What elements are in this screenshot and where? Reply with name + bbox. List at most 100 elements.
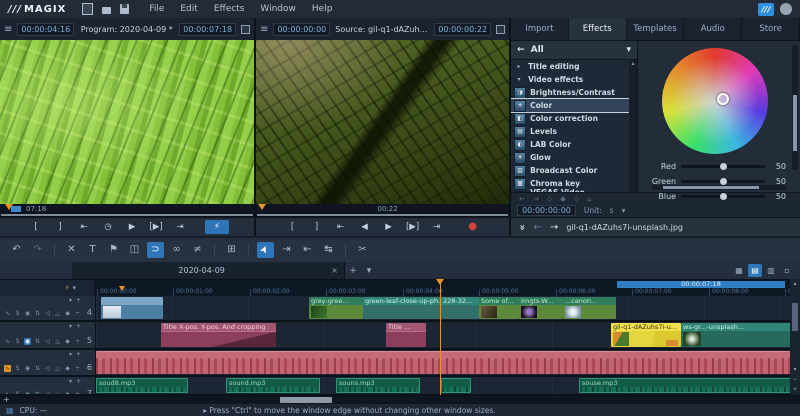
play-button[interactable]: ▶ bbox=[121, 220, 143, 234]
layout-timeline-icon[interactable]: ▤ bbox=[748, 264, 762, 277]
timeline-clip[interactable]: ...canon... bbox=[563, 297, 616, 319]
source-scrollbar[interactable] bbox=[256, 214, 510, 217]
source-scrub-bar[interactable]: 00:22 bbox=[256, 204, 510, 214]
track-control-icon[interactable]: ◆ bbox=[64, 338, 71, 345]
tab-effects[interactable]: Effects bbox=[568, 18, 627, 40]
monitor-menu-icon[interactable]: ≡ bbox=[260, 24, 268, 35]
effect-item[interactable]: ▸ Title editing bbox=[511, 60, 629, 73]
timeline-tab[interactable]: 2020-04-09 × bbox=[72, 262, 345, 279]
toolbar-button[interactable] bbox=[248, 243, 249, 257]
record-button[interactable]: ● bbox=[462, 220, 484, 234]
track-control-icon[interactable]: ◆ bbox=[64, 310, 71, 317]
timeline-clip[interactable] bbox=[96, 351, 791, 374]
color-wheel-handle[interactable] bbox=[717, 92, 730, 105]
keyframe-remove-icon[interactable]: ◆ bbox=[560, 195, 565, 203]
timeline-clip[interactable] bbox=[101, 297, 163, 319]
timeline-clip[interactable]: Title X-pos. Y-pos. And cropping bbox=[161, 323, 276, 347]
mark-in-button[interactable]: [ bbox=[25, 220, 47, 234]
keyframe-next-icon[interactable]: → bbox=[533, 195, 539, 203]
timeline-clip[interactable]: soud8.mp3 bbox=[96, 378, 188, 393]
mark-out-button[interactable]: ] bbox=[306, 220, 328, 234]
tab-menu-icon[interactable]: ▾ bbox=[361, 266, 377, 276]
go-to-end-button[interactable]: ⇥ bbox=[426, 220, 448, 234]
track-control-icon[interactable]: △ bbox=[54, 365, 61, 372]
track-control-icon[interactable]: S bbox=[14, 338, 21, 345]
close-tab-icon[interactable]: × bbox=[331, 266, 338, 275]
track-control-icon[interactable]: ÷ bbox=[74, 338, 81, 345]
account-icon[interactable] bbox=[780, 3, 792, 15]
scrub-playhead-icon[interactable] bbox=[258, 204, 267, 210]
source-video-preview[interactable] bbox=[256, 40, 510, 204]
hscroll-thumb[interactable] bbox=[280, 397, 332, 403]
effect-item[interactable]: ▤ Levels bbox=[511, 125, 629, 138]
effect-item[interactable]: ✳ Color bbox=[511, 98, 631, 113]
effect-item[interactable]: ◑ Brightness/Contrast bbox=[511, 86, 629, 99]
slider-thumb[interactable] bbox=[720, 163, 728, 170]
source-timecode-current[interactable]: 00:00:00:00 bbox=[273, 22, 331, 36]
program-video-preview[interactable] bbox=[0, 40, 255, 204]
mark-out-button[interactable]: ] bbox=[49, 220, 71, 234]
link-icon[interactable]: ∞ bbox=[168, 242, 185, 258]
chevron-down-icon[interactable]: ▾ bbox=[622, 206, 626, 215]
timeline-clip[interactable]: gil-q1-dAZuhs7i-u... bbox=[611, 323, 681, 347]
play-button[interactable]: ▶ bbox=[378, 220, 400, 234]
track-control-icon[interactable]: ◁ bbox=[44, 365, 51, 372]
monitor-detach-icon[interactable] bbox=[496, 24, 506, 34]
menu-item[interactable]: Help bbox=[306, 2, 339, 16]
program-scrollbar[interactable] bbox=[0, 214, 255, 217]
effect-item[interactable]: ◧ Color correction bbox=[511, 112, 629, 125]
color-editor-vscrollbar[interactable] bbox=[792, 45, 798, 170]
keyframe-reset-icon[interactable]: ⌂ bbox=[587, 195, 591, 203]
new-project-icon[interactable] bbox=[82, 3, 94, 15]
go-to-start-button[interactable]: ⇤ bbox=[73, 220, 95, 234]
play-range-button[interactable]: [▶] bbox=[145, 220, 167, 234]
float-window-icon[interactable]: ▫ bbox=[780, 264, 794, 277]
keyframe-prev-icon[interactable]: ← bbox=[519, 195, 525, 203]
add-tab-button[interactable]: + bbox=[345, 266, 361, 276]
track-header-5[interactable]: ▾ + ∿ S ◉ ⇅ ◁ △ ◆ ÷ 5 bbox=[0, 322, 96, 348]
add-track-button[interactable]: + bbox=[3, 396, 10, 404]
effect-item[interactable]: ☀ Glow bbox=[511, 151, 629, 164]
toolbar-button[interactable] bbox=[54, 243, 55, 257]
snap-icon[interactable]: ⊃ bbox=[147, 242, 164, 258]
effects-category-header[interactable]: ← All ▾ bbox=[511, 41, 638, 60]
track-control-icon[interactable]: ⇅ bbox=[34, 338, 41, 345]
magix-badge-icon[interactable]: /// bbox=[758, 2, 774, 16]
timeline-hscrollbar[interactable]: + bbox=[0, 395, 800, 404]
track-control-icon[interactable]: ⇅ bbox=[34, 310, 41, 317]
slider-thumb[interactable] bbox=[720, 193, 728, 200]
effect-item[interactable]: ▥ Broadcast Color bbox=[511, 164, 629, 177]
previous-frame-button[interactable]: ◀ bbox=[354, 220, 376, 234]
monitor-menu-icon[interactable]: ≡ bbox=[4, 24, 12, 35]
track-control-icon[interactable]: ◆ bbox=[64, 365, 71, 372]
menu-item[interactable]: Window bbox=[254, 2, 302, 16]
loop-region[interactable]: 00:00:07:18 bbox=[617, 281, 785, 288]
tab-import[interactable]: Import bbox=[511, 18, 569, 40]
timeline-clip[interactable]: grey-gree... bbox=[309, 297, 363, 319]
track-control-icon[interactable]: △ bbox=[54, 310, 61, 317]
timeline-clip[interactable]: souns.mp3 bbox=[336, 378, 420, 393]
track-control-icon[interactable]: ∿ bbox=[4, 338, 11, 345]
unit-select[interactable]: s bbox=[610, 206, 614, 215]
track-lane-7[interactable]: soud8.mp3 sound.mp3 souns.mp3 souse.mp3 bbox=[96, 377, 800, 394]
auto-preview-icon[interactable]: ⚡ bbox=[65, 284, 70, 292]
back-arrow-icon[interactable]: ← bbox=[517, 45, 525, 55]
track-header-6[interactable]: ▾ + ∿ S ◉ ⇅ ◁ △ ◆ ÷ 6 bbox=[0, 350, 96, 375]
timeline-vscrollbar[interactable]: ▴ ▾ − + bbox=[790, 279, 800, 395]
track-control-icon[interactable]: S bbox=[14, 365, 21, 372]
slider-track[interactable] bbox=[681, 178, 765, 185]
menu-item[interactable]: File bbox=[143, 2, 170, 16]
toolbar-button[interactable] bbox=[345, 243, 346, 257]
selection-tool-icon[interactable]: ➤ bbox=[257, 242, 274, 258]
toolbar-button[interactable] bbox=[214, 243, 215, 257]
timeline-clip[interactable]: green-leaf-close-up-ph... bbox=[363, 297, 441, 319]
track-lane-5[interactable]: Title X-pos. Y-pos. And cropping Title .… bbox=[96, 322, 800, 348]
track-control-icon[interactable]: △ bbox=[54, 338, 61, 345]
effect-timecode[interactable]: 00:00:00:00 bbox=[517, 205, 576, 216]
timeline-clip[interactable]: 228-32... bbox=[441, 297, 479, 319]
scene-view-icon[interactable]: ▥ bbox=[764, 264, 778, 277]
track-control-icon[interactable]: ÷ bbox=[74, 365, 81, 372]
track-control-icon[interactable]: ◉ bbox=[24, 365, 31, 372]
menu-item[interactable]: Effects bbox=[208, 2, 251, 16]
playhead-line[interactable] bbox=[440, 279, 441, 395]
